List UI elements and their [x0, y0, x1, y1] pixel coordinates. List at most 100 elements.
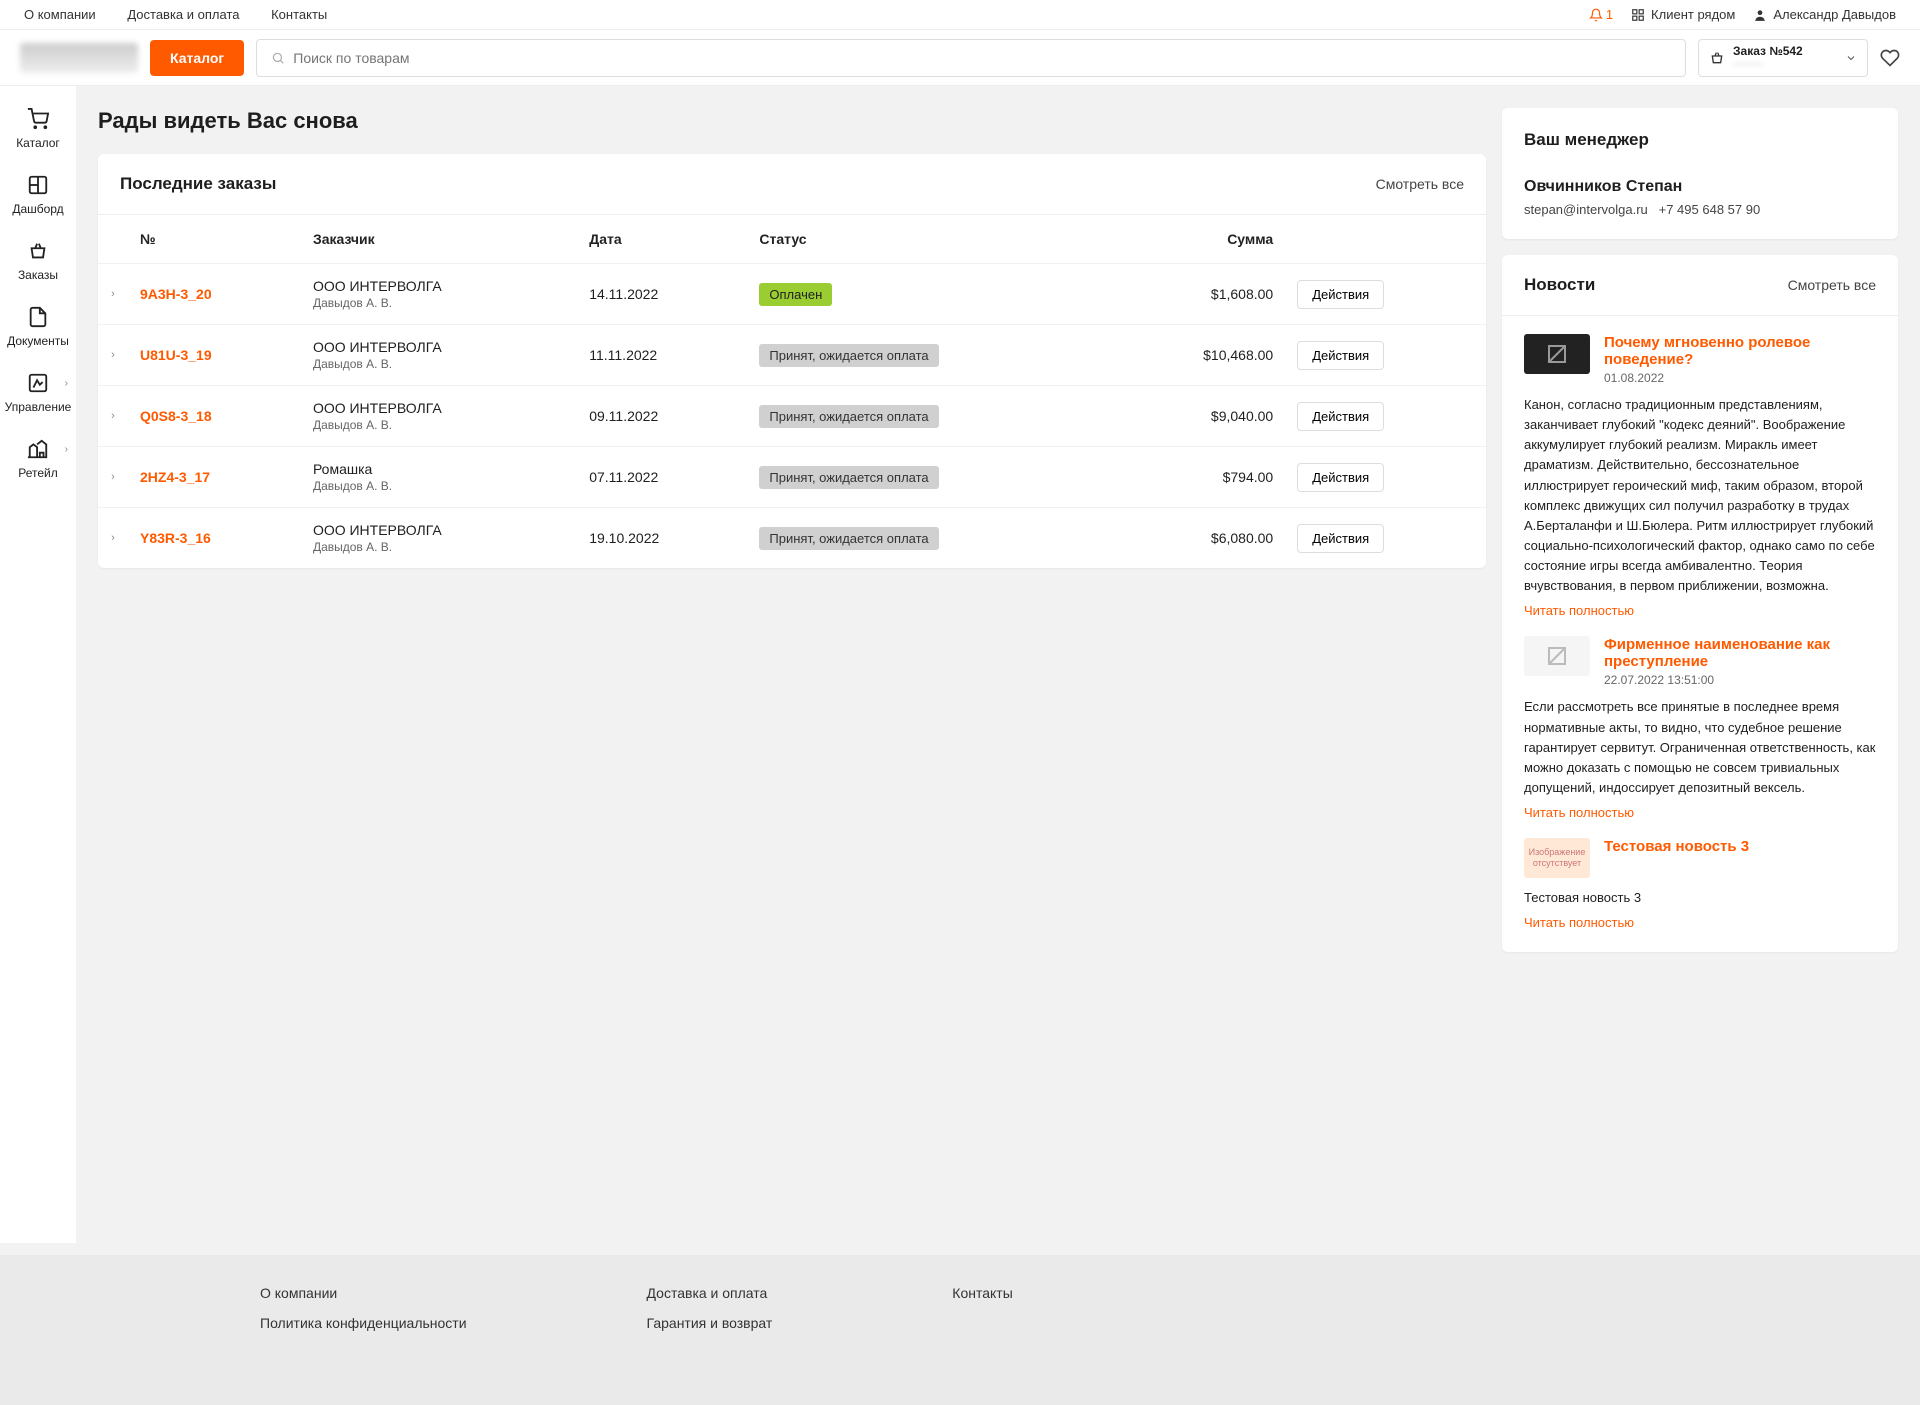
status-badge: Принят, ожидается оплата [759, 527, 938, 550]
user-icon [1753, 8, 1767, 22]
expand-toggle[interactable]: › [98, 386, 128, 447]
sidebar-item-2[interactable]: Заказы [0, 228, 76, 294]
manager-phone[interactable]: +7 495 648 57 90 [1659, 202, 1761, 217]
order-number-link[interactable]: 2HZ4-3_17 [140, 469, 210, 485]
person-name: Давыдов А. В. [313, 479, 565, 493]
logo[interactable] [20, 43, 138, 73]
expand-toggle[interactable]: › [98, 508, 128, 569]
cart-icon [27, 108, 49, 130]
news-link[interactable]: Тестовая новость 3 [1604, 838, 1749, 855]
client-nearby-button[interactable]: Клиент рядом [1631, 7, 1735, 22]
col-date: Дата [577, 215, 747, 264]
company-name: ООО ИНТЕРВОЛГА [313, 339, 565, 355]
news-link[interactable]: Фирменное наименование как преступление [1604, 636, 1830, 670]
basket-icon [1709, 50, 1725, 66]
order-date: 09.11.2022 [577, 386, 747, 447]
manager-title: Ваш менеджер [1524, 130, 1876, 150]
topnav-about[interactable]: О компании [24, 7, 96, 22]
col-customer: Заказчик [301, 215, 577, 264]
news-item: Изображение отсутствует Тестовая новость … [1524, 838, 1876, 930]
sidebar-item-label: Управление [5, 400, 72, 414]
bell-icon [1589, 8, 1603, 22]
news-read-more[interactable]: Читать полностью [1524, 805, 1634, 820]
sidebar-item-label: Каталог [16, 136, 60, 150]
news-link[interactable]: Почему мгновенно ролевое поведение? [1604, 334, 1810, 368]
chevron-down-icon [1845, 52, 1857, 64]
order-number-link[interactable]: Q0S8-3_18 [140, 408, 212, 424]
news-date: 22.07.2022 13:51:00 [1604, 673, 1876, 687]
col-status: Статус [747, 215, 1115, 264]
news-read-more[interactable]: Читать полностью [1524, 603, 1634, 618]
sidebar-item-0[interactable]: Каталог [0, 96, 76, 162]
orders-title: Последние заказы [120, 174, 276, 194]
sidebar-item-3[interactable]: Документы [0, 294, 76, 360]
news-item: Почему мгновенно ролевое поведение?01.08… [1524, 334, 1876, 618]
table-row: › 2HZ4-3_17 Ромашка Давыдов А. В. 07.11.2022… [98, 447, 1486, 508]
favorites-button[interactable] [1880, 48, 1900, 68]
search-icon [271, 51, 285, 65]
actions-button[interactable]: Действия [1297, 524, 1384, 553]
table-row: ›Y83R-3_16ООО ИНТЕРВОЛГАДавыдов А. В.19.… [98, 508, 1486, 569]
status-badge: Оплачен [759, 283, 832, 306]
user-menu[interactable]: Александр Давыдов [1753, 7, 1896, 22]
footer-link[interactable]: Гарантия и возврат [647, 1315, 773, 1331]
order-number-link[interactable]: Y83R-3_16 [140, 530, 211, 546]
sidebar-item-label: Документы [7, 334, 69, 348]
topnav-delivery[interactable]: Доставка и оплата [127, 7, 239, 22]
sidebar-item-5[interactable]: Ретейл › [0, 426, 76, 492]
chevron-right-icon: › [65, 378, 68, 389]
news-see-all[interactable]: Смотреть все [1788, 277, 1876, 293]
chart-icon [27, 372, 49, 394]
sidebar-item-label: Дашборд [12, 202, 63, 216]
sidebar-item-label: Ретейл [18, 466, 58, 480]
basket-icon [27, 240, 49, 262]
sidebar-item-1[interactable]: Дашборд [0, 162, 76, 228]
footer-link[interactable]: Контакты [952, 1285, 1012, 1301]
notification-count: 1 [1606, 7, 1613, 22]
order-number-link[interactable]: U81U-3_19 [140, 347, 212, 363]
catalog-button[interactable]: Каталог [150, 40, 244, 76]
order-selector[interactable]: Заказ №542 ——— [1698, 39, 1868, 77]
company-name: Ромашка [313, 461, 565, 477]
order-sum: $1,608.00 [1115, 264, 1285, 325]
expand-toggle[interactable]: › [98, 447, 128, 508]
expand-toggle[interactable]: › [98, 325, 128, 386]
footer-link[interactable]: Доставка и оплата [647, 1285, 773, 1301]
order-date: 07.11.2022 [577, 447, 747, 508]
order-sum: $794.00 [1115, 447, 1285, 508]
store-icon [27, 438, 49, 460]
manager-email[interactable]: stepan@intervolga.ru [1524, 202, 1648, 217]
news-text: Канон, согласно традиционным представлен… [1524, 395, 1876, 596]
actions-button[interactable]: Действия [1297, 463, 1384, 492]
actions-button[interactable]: Действия [1297, 280, 1384, 309]
col-num: № [128, 215, 301, 264]
order-date: 19.10.2022 [577, 508, 747, 569]
company-name: ООО ИНТЕРВОЛГА [313, 400, 565, 416]
chevron-right-icon: › [65, 444, 68, 455]
expand-toggle[interactable]: › [98, 264, 128, 325]
order-date: 11.11.2022 [577, 325, 747, 386]
topnav-contacts[interactable]: Контакты [271, 7, 327, 22]
search-box[interactable] [256, 39, 1686, 77]
file-icon [27, 306, 49, 328]
status-badge: Принят, ожидается оплата [759, 344, 938, 367]
news-item: Фирменное наименование как преступление 2… [1524, 636, 1876, 820]
sidebar-item-4[interactable]: Управление › [0, 360, 76, 426]
search-input[interactable] [293, 50, 1671, 66]
notification-button[interactable]: 1 [1589, 7, 1613, 22]
orders-see-all[interactable]: Смотреть все [1376, 176, 1464, 192]
order-number-link[interactable]: 9A3H-3_20 [140, 286, 212, 302]
table-row: ›U81U-3_19ООО ИНТЕРВОЛГАДавыдов А. В.11.… [98, 325, 1486, 386]
dashboard-icon [27, 174, 49, 196]
actions-button[interactable]: Действия [1297, 402, 1384, 431]
qr-icon [1631, 8, 1645, 22]
order-sum: $6,080.00 [1115, 508, 1285, 569]
order-number: Заказ №542 [1733, 45, 1837, 58]
news-thumb [1524, 334, 1590, 374]
footer-link[interactable]: О компании [260, 1285, 467, 1301]
actions-button[interactable]: Действия [1297, 341, 1384, 370]
table-row: ›Q0S8-3_18ООО ИНТЕРВОЛГАДавыдов А. В.09.… [98, 386, 1486, 447]
footer-link[interactable]: Политика конфиденциальности [260, 1315, 467, 1331]
news-read-more[interactable]: Читать полностью [1524, 915, 1634, 930]
news-thumb-missing: Изображение отсутствует [1524, 838, 1590, 878]
